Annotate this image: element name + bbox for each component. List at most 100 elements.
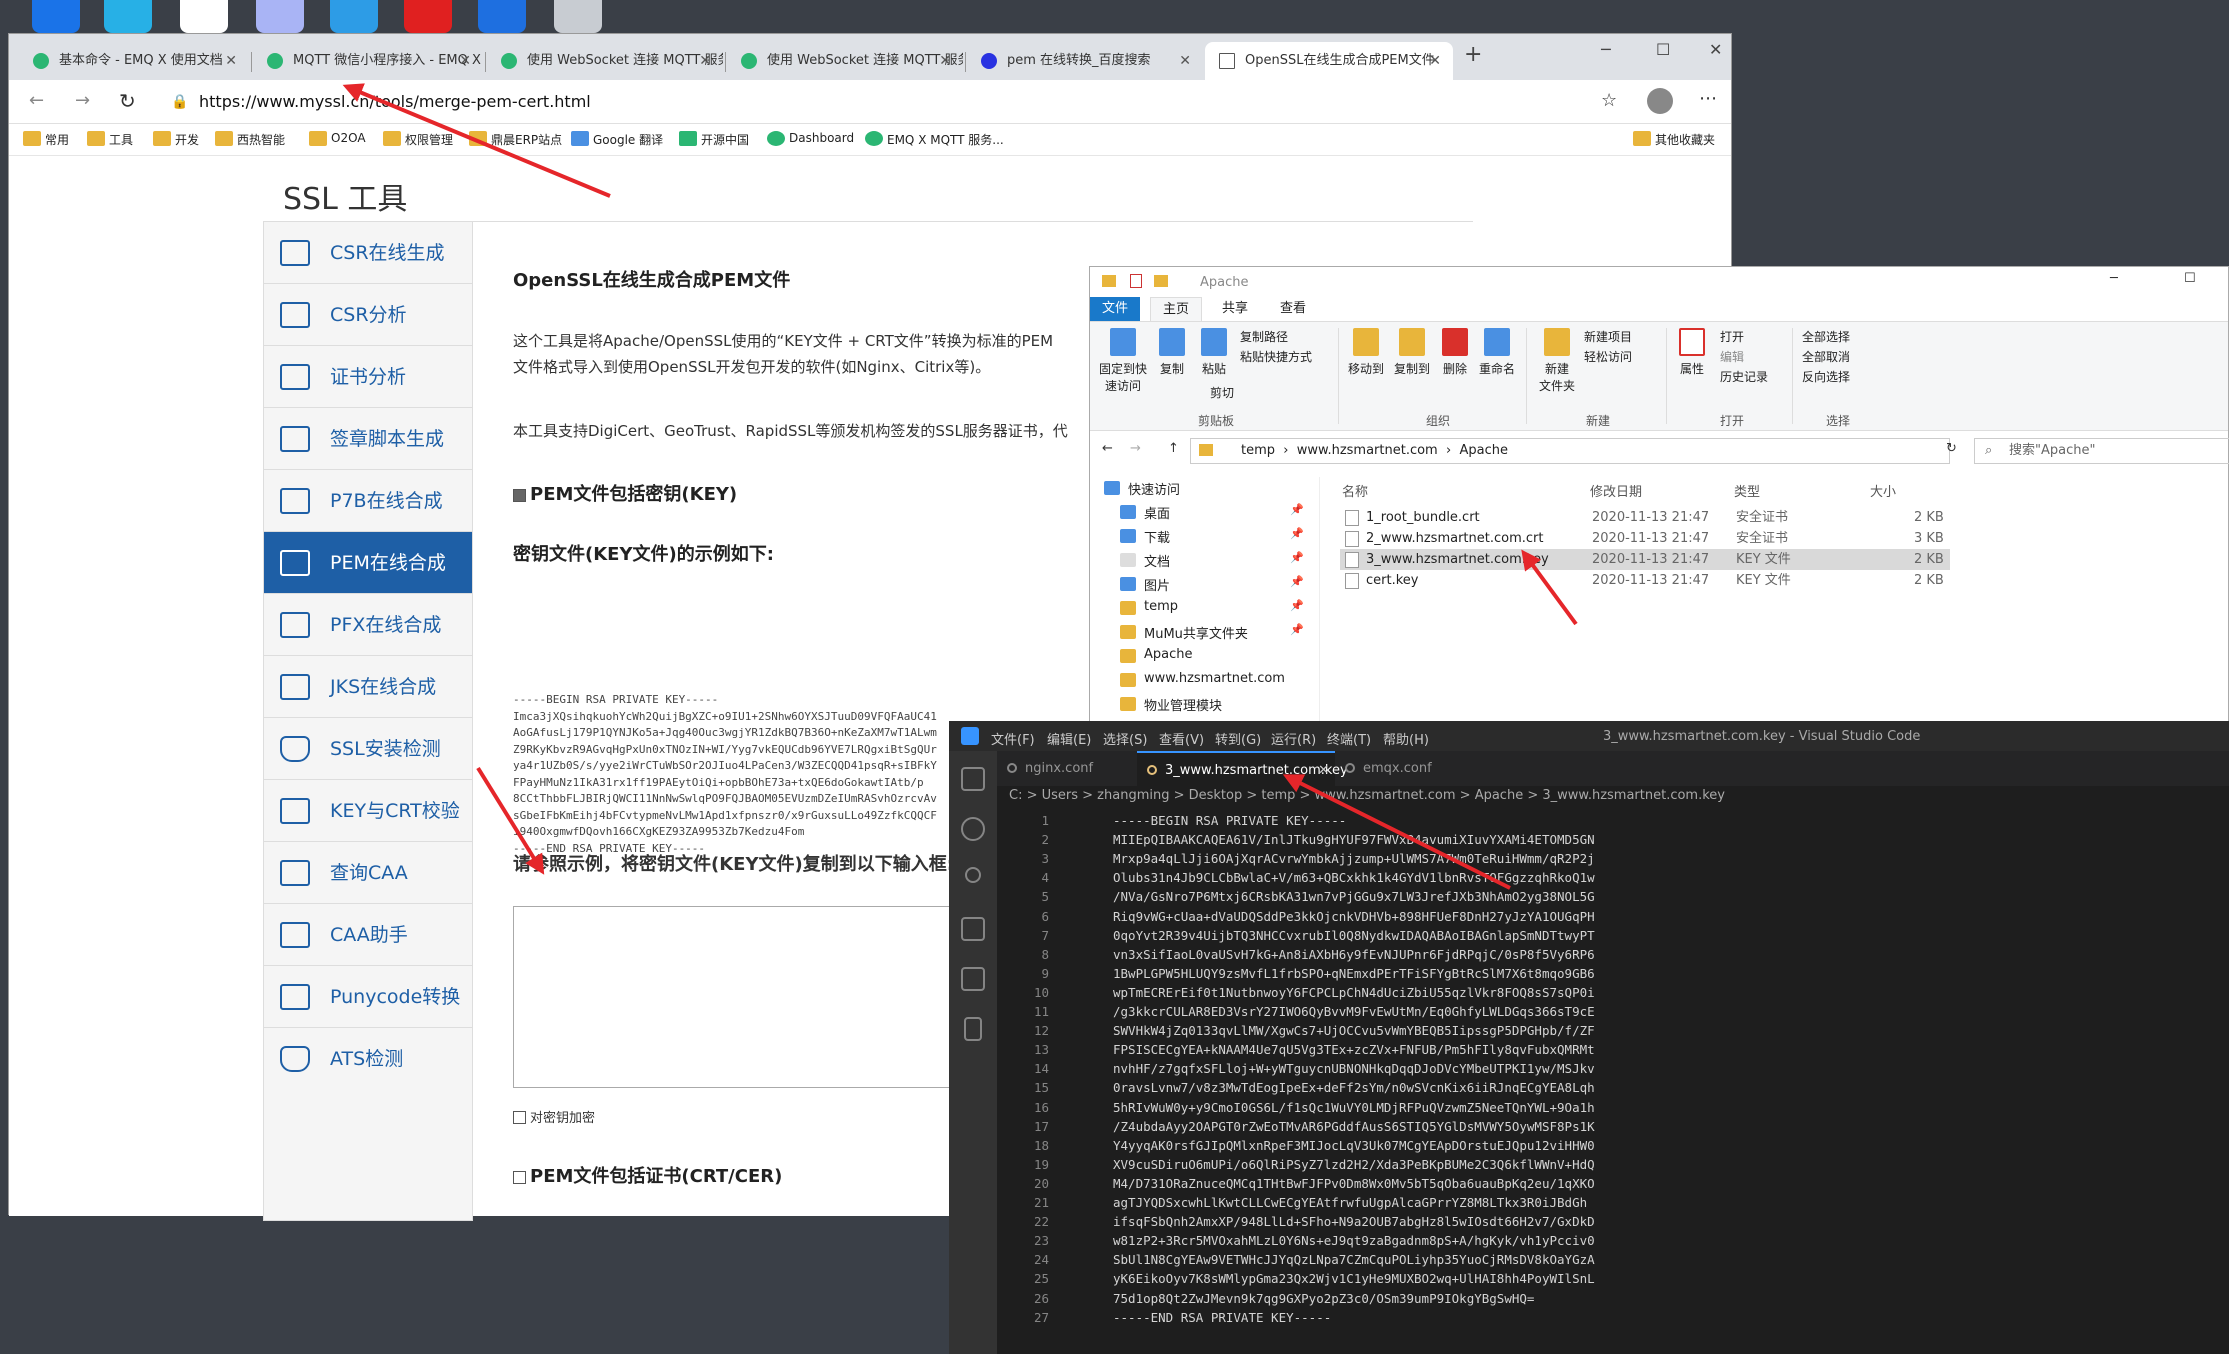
paste-button[interactable]: 粘贴 (1196, 328, 1232, 377)
nav-item[interactable]: MuMu共享文件夹 📌 (1120, 623, 1304, 642)
menu-file[interactable]: 文件(F) (991, 729, 1035, 748)
nav-item[interactable]: 桌面 📌 (1120, 503, 1304, 522)
close-tab-icon[interactable]: ✕ (1429, 42, 1441, 80)
column-header-size[interactable]: 大小 (1870, 481, 1896, 500)
back-icon[interactable]: ← (29, 90, 44, 111)
editor-tab[interactable]: nginx.conf (997, 751, 1137, 786)
browser-tab[interactable]: 使用 WebSocket 连接 MQTT 服务 ✕ (487, 42, 723, 80)
select-all-button[interactable]: 全部选择 (1802, 328, 1850, 345)
checkbox-checked[interactable] (513, 489, 526, 502)
history-button[interactable]: 历史记录 (1720, 368, 1768, 385)
favorite-item[interactable]: Dashboard (767, 131, 854, 146)
menu-run[interactable]: 运行(R) (1271, 729, 1316, 748)
sidebar-item[interactable]: Punycode转换 (264, 966, 472, 1028)
favorite-item[interactable]: 常用 (23, 131, 69, 148)
ribbon-tab-file[interactable]: 文件 (1090, 297, 1141, 321)
search-input[interactable]: ⌕ 搜索"Apache" (1974, 438, 2229, 464)
nav-item[interactable]: 下载 📌 (1120, 527, 1304, 546)
menu-edit[interactable]: 编辑(E) (1047, 729, 1091, 748)
code-editor[interactable]: 1 -----BEGIN RSA PRIVATE KEY----- 2 MIIEpQI… (997, 809, 2229, 1354)
file-row-selected[interactable]: 3_www.hzsmartnet.com.key 2020-11-13 21:47… (1340, 549, 1950, 570)
app-icon-3[interactable] (180, 0, 228, 33)
encrypt-option[interactable]: 对密钥加密 (513, 1106, 595, 1132)
close-window-button[interactable]: ✕ (1709, 40, 1722, 59)
minimize-button[interactable]: ─ (1601, 40, 1611, 59)
column-header-name[interactable]: 名称 (1342, 481, 1368, 500)
browser-tab[interactable]: pem 在线转换_百度搜索 ✕ (967, 42, 1203, 80)
file-row[interactable]: cert.key 2020-11-13 21:47 KEY 文件 2 KB (1340, 570, 1950, 591)
paste-shortcut-button[interactable]: 粘贴快捷方式 (1240, 348, 1312, 365)
app-icon-8[interactable] (554, 0, 602, 33)
easy-access-button[interactable]: 轻松访问 (1584, 348, 1632, 365)
nav-item[interactable]: 文档 📌 (1120, 551, 1304, 570)
favorite-item[interactable]: 鼎晨ERP站点 (469, 131, 562, 148)
close-tab-icon[interactable]: ✕ (225, 42, 237, 80)
minimize-button[interactable]: ─ (2110, 271, 2118, 286)
bookmark-icon[interactable] (964, 1017, 982, 1041)
invert-selection-button[interactable]: 反向选择 (1802, 368, 1850, 385)
copy-path-button[interactable]: 复制路径 (1240, 328, 1288, 345)
favorite-item[interactable]: 开发 (153, 131, 199, 148)
browser-tab[interactable]: MQTT 微信小程序接入 - EMQ X 使 ✕ (253, 42, 483, 80)
sidebar-item[interactable]: CSR在线生成 (264, 222, 472, 284)
new-tab-button[interactable]: + (1464, 42, 1482, 67)
sidebar-item[interactable]: JKS在线合成 (264, 656, 472, 718)
run-debug-icon[interactable] (961, 917, 985, 941)
forward-icon[interactable]: → (1130, 441, 1141, 456)
sidebar-item-active[interactable]: PEM在线合成 (264, 532, 472, 594)
move-to-button[interactable]: 移动到 (1346, 328, 1386, 377)
app-icon-2[interactable] (104, 0, 152, 33)
sidebar-item[interactable]: 查询CAA (264, 842, 472, 904)
close-tab-icon[interactable]: ✕ (1179, 42, 1191, 80)
favorite-item[interactable]: 开源中国 (679, 131, 749, 148)
menu-selection[interactable]: 选择(S) (1103, 729, 1147, 748)
menu-go[interactable]: 转到(G) (1215, 729, 1261, 748)
explorer-files-icon[interactable] (961, 767, 985, 791)
favorite-item[interactable]: Google 翻译 (571, 131, 663, 148)
properties-button[interactable]: 属性 (1674, 328, 1710, 377)
menu-help[interactable]: 帮助(H) (1383, 729, 1429, 748)
source-control-icon[interactable] (965, 867, 981, 883)
sidebar-item[interactable]: ATS检测 (264, 1028, 472, 1090)
favorite-item[interactable]: EMQ X MQTT 服务... (865, 131, 1004, 148)
sidebar-item[interactable]: SSL安装检测 (264, 718, 472, 780)
edit-button[interactable]: 编辑 (1720, 348, 1744, 365)
close-tab-icon[interactable]: ✕ (939, 42, 951, 80)
delete-button[interactable]: 删除 (1440, 328, 1470, 377)
sidebar-item[interactable]: CSR分析 (264, 284, 472, 346)
menu-terminal[interactable]: 终端(T) (1327, 729, 1371, 748)
menu-view[interactable]: 查看(V) (1159, 729, 1204, 748)
editor-tab-active[interactable]: 3_www.hzsmartnet.com.key ✕ (1137, 751, 1348, 786)
close-tab-icon[interactable]: ✕ (699, 42, 711, 80)
open-button[interactable]: 打开 (1720, 328, 1744, 345)
browser-tab-active[interactable]: OpenSSL在线生成合成PEM文件 ✕ (1205, 42, 1453, 80)
path-bar[interactable]: temp › www.hzsmartnet.com › Apache (1190, 438, 1950, 464)
favorite-item[interactable]: O2OA (309, 131, 366, 146)
browser-tab[interactable]: 使用 WebSocket 连接 MQTT 服务 ✕ (727, 42, 963, 80)
extensions-icon[interactable] (961, 967, 985, 991)
nav-item[interactable]: 图片 📌 (1120, 575, 1304, 594)
new-folder-button[interactable]: 新建 文件夹 (1536, 328, 1578, 394)
ribbon-tab-share[interactable]: 共享 (1210, 297, 1260, 321)
sidebar-item[interactable]: P7B在线合成 (264, 470, 472, 532)
copy-button[interactable]: 复制 (1154, 328, 1190, 377)
sidebar-item[interactable]: 证书分析 (264, 346, 472, 408)
favorite-item[interactable]: 工具 (87, 131, 133, 148)
properties-icon[interactable] (1130, 274, 1142, 288)
app-icon-4[interactable] (256, 0, 304, 33)
checkbox[interactable] (513, 1171, 526, 1184)
ribbon-tab-home[interactable]: 主页 (1150, 297, 1203, 321)
checkbox[interactable] (513, 1111, 526, 1124)
favorite-item[interactable]: 其他收藏夹 (1633, 131, 1715, 148)
forward-icon[interactable]: → (75, 90, 90, 111)
pin-quick-access-button[interactable]: 固定到快 速访问 (1098, 328, 1148, 394)
url-field[interactable]: 🔒 https://www.myssl.cn/tools/merge-pem-c… (159, 86, 1639, 118)
sidebar-item[interactable]: 签章脚本生成 (264, 408, 472, 470)
nav-item[interactable]: www.hzsmartnet.com (1120, 671, 1285, 687)
app-icon-7[interactable] (478, 0, 526, 33)
copy-to-button[interactable]: 复制到 (1392, 328, 1432, 377)
favorite-item[interactable]: 西热智能 (215, 131, 285, 148)
ribbon-tab-view[interactable]: 查看 (1268, 297, 1318, 321)
pem-key-option[interactable]: PEM文件包括密钥(KEY) (513, 480, 737, 506)
column-header-type[interactable]: 类型 (1734, 481, 1760, 500)
